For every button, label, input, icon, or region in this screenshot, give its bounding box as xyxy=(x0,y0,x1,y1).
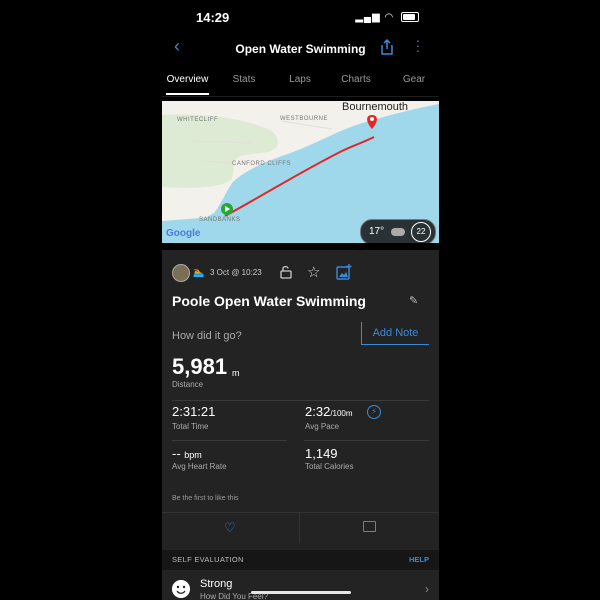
cloud-icon xyxy=(391,228,405,236)
distance-value: 5,981 xyxy=(172,354,228,379)
avatar[interactable] xyxy=(172,264,190,282)
avg-hr-unit: bpm xyxy=(184,450,202,460)
distance-unit: m xyxy=(232,368,240,378)
activity-date: 3 Oct @ 10:23 xyxy=(210,268,262,277)
total-time-value: 2:31:21 xyxy=(172,404,216,419)
help-link[interactable]: HELP xyxy=(409,555,429,564)
first-like-text: Be the first to like this xyxy=(172,495,239,502)
tab-stats[interactable]: Stats xyxy=(224,74,264,85)
status-bar: 14:29 ▂▄▆ ◠ xyxy=(162,8,439,30)
wind-speed: 22 xyxy=(411,222,431,242)
distance-label: Distance xyxy=(172,380,204,389)
total-time-label: Total Time xyxy=(172,422,209,431)
swim-activity-icon: 🏊 xyxy=(193,267,205,277)
divider xyxy=(304,440,429,441)
end-marker xyxy=(367,115,377,129)
calories-label: Total Calories xyxy=(305,462,354,471)
nav-bar: ‹ Open Water Swimming · · · xyxy=(162,33,439,64)
unlock-icon[interactable] xyxy=(279,265,293,279)
comment-icon[interactable] xyxy=(363,521,376,532)
status-icons: ▂▄▆ ◠ xyxy=(355,12,419,23)
activity-meta-row: 🏊 3 Oct @ 10:23 ☆ xyxy=(172,262,432,282)
tab-charts[interactable]: Charts xyxy=(336,74,376,85)
map-label-canford-cliffs: CANFORD CLIFFS xyxy=(232,161,292,167)
activity-title: Poole Open Water Swimming xyxy=(172,293,366,309)
home-indicator[interactable] xyxy=(251,591,351,594)
map-label-westbourne: WESTBOURNE xyxy=(280,116,329,122)
self-evaluation-header: SELF EVALUATION HELP xyxy=(162,550,439,570)
chevron-right-icon: › xyxy=(425,582,429,596)
phone-screen: 14:29 ▂▄▆ ◠ ‹ Open Water Swimming · · · Ov… xyxy=(162,0,439,600)
calories-value: 1,149 xyxy=(305,446,338,461)
pace-info-icon[interactable]: ⚡ xyxy=(367,405,381,419)
avg-hr-label: Avg Heart Rate xyxy=(172,462,227,471)
map-label-sandbanks: SANDBANKS xyxy=(199,217,241,223)
self-evaluation-row[interactable]: Strong How Did You Feel? › xyxy=(162,570,439,600)
divider xyxy=(172,400,429,401)
weather-temp: 17° xyxy=(369,226,385,237)
nav-title: Open Water Swimming xyxy=(235,42,366,56)
avg-pace-number: 2:32 xyxy=(305,404,331,419)
feeling-value: Strong xyxy=(200,578,233,590)
divider xyxy=(172,440,287,441)
active-tab-indicator xyxy=(166,93,209,95)
tab-laps[interactable]: Laps xyxy=(280,74,320,85)
self-evaluation-title: SELF EVALUATION xyxy=(172,555,244,564)
tab-bar: Overview Stats Laps Charts Gear xyxy=(162,66,439,97)
divider xyxy=(299,513,300,543)
how-did-it-go-prompt: How did it go? xyxy=(172,330,242,342)
star-icon[interactable]: ☆ xyxy=(307,263,320,281)
signal-icon: ▂▄▆ xyxy=(355,12,381,23)
start-marker xyxy=(221,203,233,215)
more-options-icon[interactable]: · · · xyxy=(415,33,421,57)
social-actions-bar: ♡ xyxy=(162,512,439,543)
like-heart-icon[interactable]: ♡ xyxy=(224,520,236,536)
route-map[interactable]: WHITECLIFF WESTBOURNE CANFORD CLIFFS SAN… xyxy=(162,101,439,243)
tab-gear[interactable]: Gear xyxy=(394,74,434,85)
avg-hr-value: -- bpm xyxy=(172,446,202,461)
avg-pace-value: 2:32/100m xyxy=(305,404,353,419)
wifi-icon: ◠ xyxy=(384,12,395,23)
add-photo-icon[interactable] xyxy=(336,264,352,280)
battery-icon xyxy=(401,12,419,23)
smiley-face-icon xyxy=(172,580,190,598)
activity-card: 🏊 3 Oct @ 10:23 ☆ Poole Open Water Swimm… xyxy=(162,250,439,600)
avg-hr-number: -- xyxy=(172,446,181,461)
status-time: 14:29 xyxy=(196,10,230,25)
avg-pace-label: Avg Pace xyxy=(305,422,340,431)
edit-pencil-icon[interactable]: ✎ xyxy=(409,294,418,307)
weather-badge: 17° 22 xyxy=(360,219,436,243)
google-logo: Google xyxy=(166,228,201,239)
map-town-label: Bournemouth xyxy=(342,101,409,113)
tab-overview[interactable]: Overview xyxy=(166,74,209,85)
map-label-whitecliff: WHITECLIFF xyxy=(177,117,218,123)
avg-pace-unit: /100m xyxy=(330,409,353,418)
share-icon[interactable] xyxy=(380,39,394,55)
add-note-button[interactable]: Add Note xyxy=(361,322,429,345)
